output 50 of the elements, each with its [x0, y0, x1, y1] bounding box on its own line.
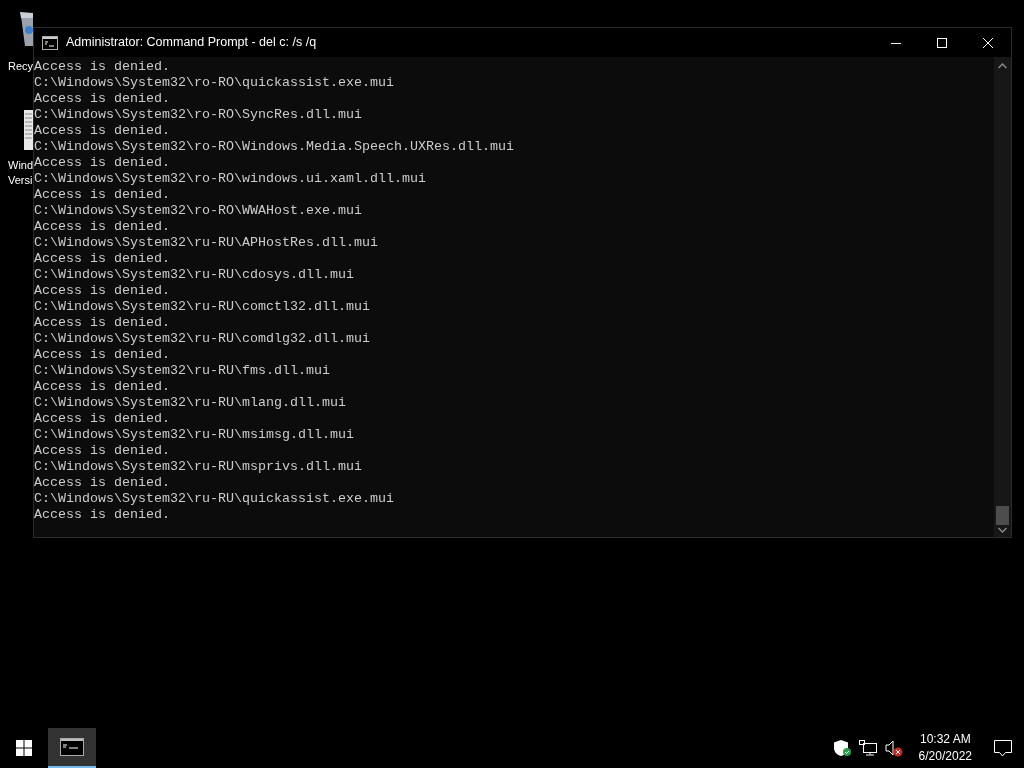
console-line: Access is denied. — [34, 155, 171, 171]
notification-icon[interactable] — [994, 739, 1012, 757]
console-line: Access is denied. — [34, 315, 171, 331]
scroll-thumb[interactable] — [996, 506, 1009, 525]
maximize-icon — [937, 37, 947, 48]
console-line: Access is denied. — [34, 443, 171, 459]
scroll-down-icon[interactable] — [998, 527, 1007, 533]
icon-label: Recy — [8, 59, 33, 74]
scroll-up-icon[interactable] — [998, 63, 1007, 69]
taskbar-app-button[interactable] — [48, 728, 96, 768]
console-line: C:\Windows\System32\ru-RU\fms.dll.mui — [34, 363, 331, 379]
console-line: C:\Windows\System32\ru-RU\msimsg.dll.mui — [34, 427, 355, 443]
console-line: Access is denied. — [34, 91, 171, 107]
console-line: C:\Windows\System32\ro-RO\WWAHost.exe.mui — [34, 203, 363, 219]
console-line: C:\Windows\System32\ro-RO\Windows.Media.Speech.UXRes.dll.mui — [34, 139, 515, 155]
console-line: Access is denied. — [34, 187, 171, 203]
console-line: Access is denied. — [34, 123, 171, 139]
file-icon[interactable] — [24, 108, 33, 152]
console-line: C:\Windows\System32\ru-RU\mlang.dll.mui — [34, 395, 347, 411]
recycle-bin-icon[interactable] — [20, 10, 33, 48]
windows-logo-icon — [16, 740, 32, 756]
console-line: Access is denied. — [34, 379, 171, 395]
console-line: Access is denied. — [34, 283, 171, 299]
console-line: Access is denied. — [34, 411, 171, 427]
console-line: Access is denied. — [34, 251, 171, 267]
console-line: Access is denied. — [34, 507, 171, 523]
icon-label: Versi — [8, 173, 33, 188]
console-line: Access is denied. — [34, 59, 171, 75]
console-line: C:\Windows\System32\ru-RU\comdlg32.dll.mui — [34, 331, 371, 347]
console-line: Access is denied. — [34, 475, 171, 491]
icon-label: Wind — [8, 158, 33, 173]
console-line: C:\Windows\System32\ro-RO\SyncRes.dll.mui — [34, 107, 363, 123]
clock-date: 6/20/2022 — [918, 748, 972, 765]
console-line: C:\Windows\System32\ru-RU\comctl32.dll.mui — [34, 299, 371, 315]
console-line: Access is denied. — [34, 219, 171, 235]
console-line: C:\Windows\System32\ru-RU\APHostRes.dll.mui — [34, 235, 379, 251]
console-line: C:\Windows\System32\ru-RU\quickassist.exe.mui — [34, 491, 395, 507]
console-line: C:\Windows\System32\ru-RU\cdosys.dll.mui — [34, 267, 355, 283]
network-icon[interactable] — [858, 740, 877, 756]
console-line: C:\Windows\System32\ro-RO\quickassist.exe.mui — [34, 75, 395, 91]
console-line: Access is denied. — [34, 347, 171, 363]
clock-time: 10:32 AM — [918, 731, 972, 748]
command-prompt-icon — [60, 738, 84, 756]
console-line: C:\Windows\System32\ro-RO\windows.ui.xaml.dll.mui — [34, 171, 427, 187]
security-shield-icon[interactable] — [832, 739, 851, 757]
close-icon — [983, 37, 993, 48]
console-line: C:\Windows\System32\ru-RU\msprivs.dll.mui — [34, 459, 363, 475]
window-title: Administrator: Command Prompt - del c: /s /q — [66, 34, 318, 52]
muted-volume-icon[interactable] — [884, 739, 903, 757]
command-prompt-icon — [42, 35, 58, 50]
